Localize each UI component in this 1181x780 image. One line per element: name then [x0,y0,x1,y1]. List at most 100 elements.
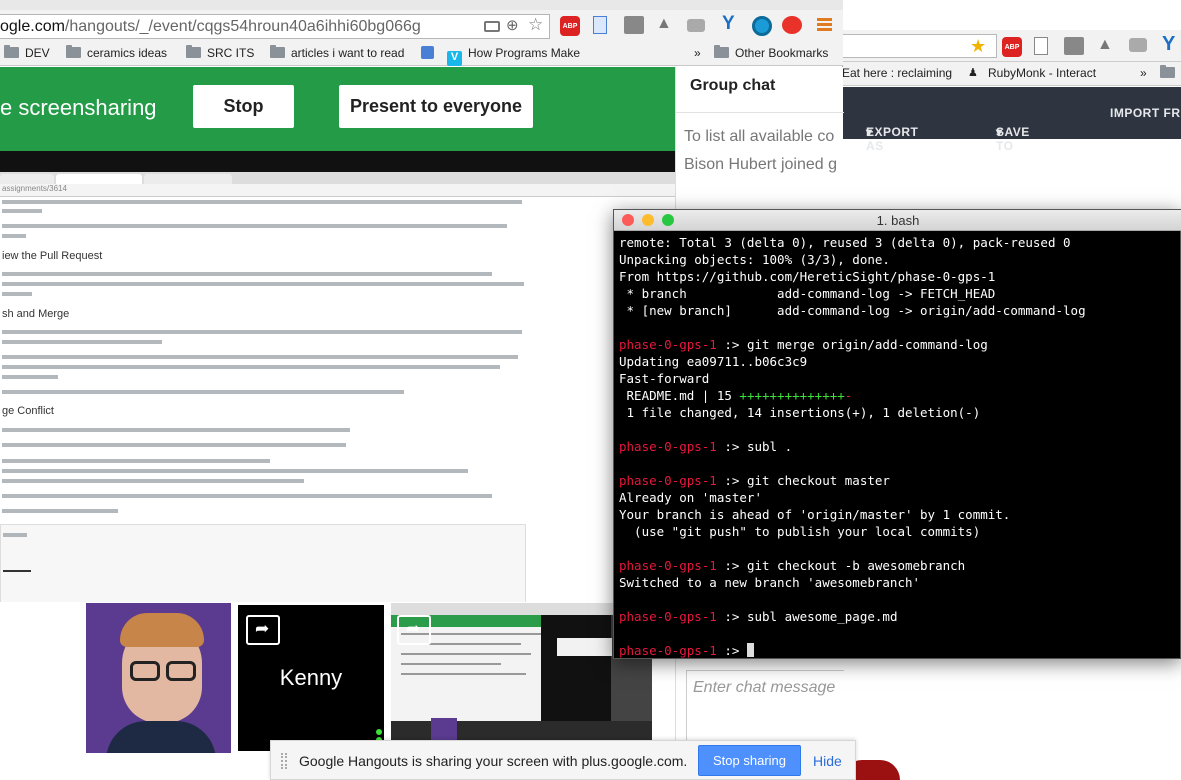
screenshare-icon: ➦ [397,615,431,645]
yammer-icon[interactable]: Y [1162,33,1175,56]
drag-handle-icon[interactable] [281,753,287,769]
screenshare-icon: ➦ [246,615,280,645]
screenshare-bar: e screensharing Stop Present to everyone [0,67,675,151]
prompt: phase-0-gps-1 [619,337,717,352]
adblock-icon[interactable]: ABP [1002,37,1022,57]
terminal-line: ​ [619,625,1179,642]
more-bookmarks-chevron[interactable]: » [1140,66,1147,80]
hair-image [120,613,204,647]
hide-link[interactable]: Hide [813,753,842,769]
close-button[interactable] [622,214,634,226]
css-icon[interactable] [624,16,644,34]
rubymonk-icon: ♟ [968,67,978,79]
terminal-output[interactable]: remote: Total 3 (delta 0), reused 3 (del… [619,234,1179,658]
terminal-line: phase-0-gps-1 :> subl . [619,439,793,454]
terminal-line: 1 file changed, 14 insertions(+), 1 dele… [619,405,981,420]
terminal-cursor [746,643,754,657]
tomato-icon[interactable] [782,16,802,34]
caret-down-icon: ▾ [996,125,1003,139]
document-icon[interactable] [1034,37,1048,55]
shared-tabs [0,172,675,184]
other-bookmarks[interactable]: Other Bookmarks [714,45,828,60]
shared-screen-preview: assignments/3614 iew the Pull Request sh… [0,172,675,602]
shared-heading: ge Conflict [2,405,54,417]
terminal-line: Already on 'master' [619,490,762,505]
shared-heading: iew the Pull Request [2,250,103,262]
terminal-line: README.md | 15 ++++++++++++++- [619,388,853,403]
zoom-icon[interactable]: ⊕ [506,16,519,34]
bookmark-doc-icon[interactable] [421,46,434,60]
bookmark-articles[interactable]: articles i want to read [270,45,404,60]
zoom-button[interactable] [662,214,674,226]
terminal-line: phase-0-gps-1 :> git checkout -b awesome… [619,558,966,573]
terminal-line: phase-0-gps-1 :> git checkout master [619,473,890,488]
terminal-line: Unpacking objects: 100% (3/3), done. [619,252,890,267]
stop-sharing-button[interactable]: Stop sharing [698,745,801,776]
terminal-line: (use "git push" to publish your local co… [619,524,981,539]
terminal-line: ​ [619,591,1179,608]
divider [676,112,844,113]
terminal-line: ​ [619,421,1179,438]
drive-icon[interactable]: ▲ [656,15,672,33]
bookmark-dev[interactable]: DEV [4,45,50,60]
yammer-icon[interactable]: Y [722,13,735,35]
timer-icon[interactable] [752,16,772,36]
terminal-line: phase-0-gps-1 :> [619,642,1179,658]
terminal-line: Updating ea09711..b06c3c9 [619,354,808,369]
bookmark-eat-here[interactable]: Eat here : reclaiming [842,66,952,80]
address-bar[interactable]: ogle.com/hangouts/_/event/cqgs54hroun40a… [0,14,550,39]
url-toolbar: ogle.com/hangouts/_/event/cqgs54hroun40a… [0,10,843,42]
self-video-thumbnail[interactable] [86,603,231,753]
present-to-everyone-button[interactable]: Present to everyone [339,85,533,128]
terminal-line: remote: Total 3 (delta 0), reused 3 (del… [619,235,1071,250]
adblock-icon[interactable]: ABP [560,16,580,36]
bookmarks-overflow-chevron[interactable]: » [694,46,701,60]
terminal-line: * [new branch] add-command-log -> origin… [619,303,1086,318]
hand-icon[interactable] [1129,38,1147,52]
css-icon[interactable] [1064,37,1084,55]
folder-icon[interactable] [1160,65,1181,80]
terminal-line: ​ [619,319,1179,336]
terminal-line: phase-0-gps-1 :> git merge origin/add-co… [619,337,988,352]
terminal-line: Switched to a new branch 'awesomebranch' [619,575,921,590]
bookmark-src-its[interactable]: SRC ITS [186,45,254,60]
terminal-line: ​ [619,540,1179,557]
shared-url: assignments/3614 [0,184,675,197]
terminal-window[interactable]: 1. bash remote: Total 3 (delta 0), reuse… [613,209,1181,659]
terminal-line: ​ [619,455,1179,472]
tab-strip [0,0,843,10]
caret-down-icon: ▾ [866,125,873,139]
drive-icon[interactable]: ▲ [1097,36,1113,54]
star-icon[interactable]: ★ [970,36,986,57]
screensharing-label: e screensharing [0,95,157,120]
document-icon[interactable] [593,16,607,34]
minimize-button[interactable] [642,214,654,226]
star-outline-icon[interactable]: ☆ [528,15,543,35]
bookmarks-bar: DEV ceramics ideas SRC ITS articles i wa… [0,42,843,66]
folder-icon [4,45,19,58]
camera-icon[interactable] [484,21,500,32]
terminal-titlebar[interactable]: 1. bash [614,210,1181,231]
import-from-menu[interactable]: IMPORT FRO [1110,106,1181,120]
shared-code-block [0,524,526,602]
shared-heading: sh and Merge [2,308,70,320]
vimeo-icon: V [447,51,462,66]
bookmark-ceramics[interactable]: ceramics ideas [66,45,167,60]
stop-button[interactable]: Stop [193,85,294,128]
folder-icon [66,45,81,58]
terminal-line: Your branch is ahead of 'origin/master' … [619,507,1011,522]
terminal-line: From https://github.com/HereticSight/pha… [619,269,996,284]
terminal-line: Fast-forward [619,371,710,386]
bookmark-how-programs[interactable]: V How Programs Make [447,46,580,66]
chat-message: Bison Hubert joined g [684,156,837,173]
hand-icon[interactable] [687,19,705,32]
participant-name: Kenny [279,665,343,690]
bookmark-rubymonk[interactable]: RubyMonk - Interact [988,66,1096,80]
editor-toolbar: EXPORT AS ▾ SAVE TO ▾ IMPORT FRO [842,87,1181,153]
terminal-title: 1. bash [876,213,920,228]
participant-kenny-thumbnail[interactable]: ➦ Kenny [236,603,386,753]
folder-icon [186,45,201,58]
folder-icon [714,45,729,58]
menu-icon[interactable] [817,18,832,31]
background-url-row: ★ ABP ▲ Y [842,30,1181,62]
